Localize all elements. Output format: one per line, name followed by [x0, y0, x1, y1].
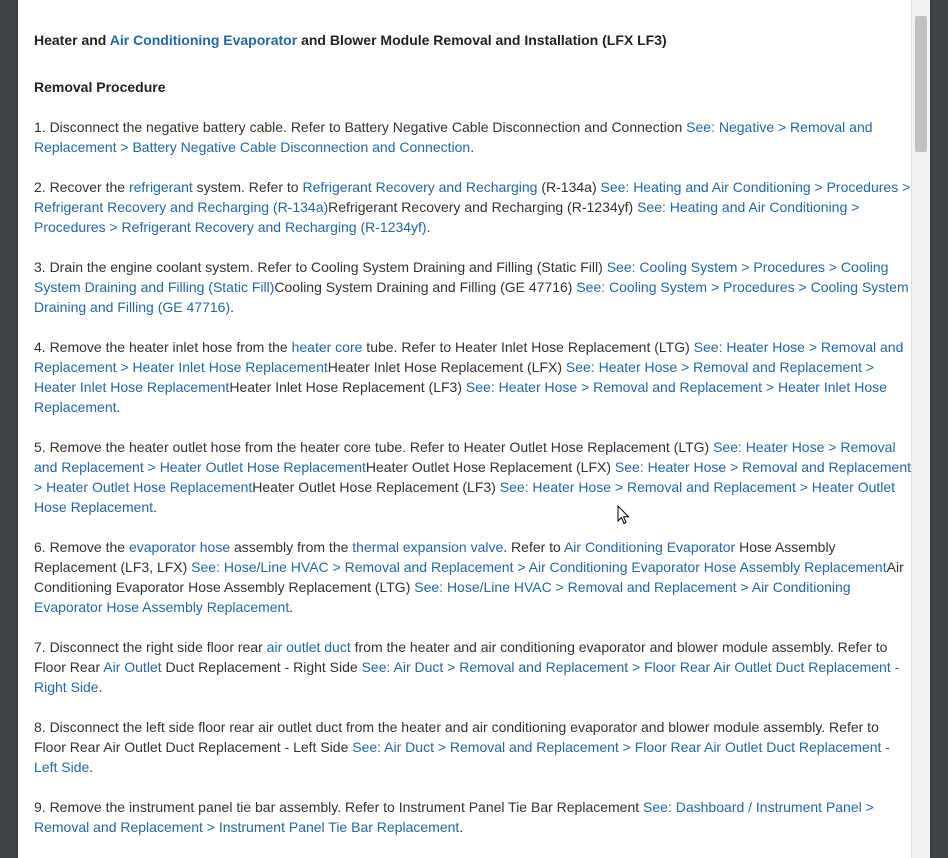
- reference-link[interactable]: thermal expansion valve: [352, 539, 503, 555]
- reference-link[interactable]: heater core: [292, 339, 363, 355]
- step-text: Heater and: [34, 32, 110, 48]
- step-text: 5. Remove the heater outlet hose from th…: [34, 439, 714, 455]
- reference-link[interactable]: air outlet duct: [267, 639, 351, 655]
- procedure-step: 6. Remove the evaporator hose assembly f…: [34, 537, 914, 617]
- step-text: .: [470, 139, 475, 155]
- step-text: .: [116, 399, 121, 415]
- step-text: .: [426, 219, 431, 235]
- document-page: Heater and Air Conditioning Evaporator a…: [18, 0, 930, 858]
- reference-link[interactable]: Air Conditioning Evaporator: [564, 539, 735, 555]
- step-text: assembly from the: [230, 539, 353, 555]
- step-text: and Blower Module Removal and Installati…: [297, 32, 667, 48]
- step-text: 4. Remove the heater inlet hose from the: [34, 339, 292, 355]
- step-text: 6. Remove the: [34, 539, 129, 555]
- step-text: Heater Outlet Hose Replacement (LFX): [365, 459, 615, 475]
- reference-link[interactable]: evaporator hose: [129, 539, 230, 555]
- step-text: Duct Replacement - Right Side: [161, 659, 362, 675]
- step-text: .: [89, 759, 94, 775]
- step-text: Refrigerant Recovery and Recharging (R-1…: [328, 199, 638, 215]
- procedure-step: 4. Remove the heater inlet hose from the…: [34, 337, 914, 417]
- reference-link[interactable]: Air Outlet: [103, 659, 161, 675]
- vertical-scrollbar[interactable]: [911, 0, 930, 858]
- step-text: tube. Refer to Heater Inlet Hose Replace…: [362, 339, 694, 355]
- step-text: system. Refer to: [192, 179, 303, 195]
- procedure-step: 9. Remove the instrument panel tie bar a…: [34, 797, 914, 837]
- step-text: . Refer to: [503, 539, 564, 555]
- step-text: 1. Disconnect the negative battery cable…: [34, 119, 687, 135]
- steps-list: 1. Disconnect the negative battery cable…: [34, 117, 914, 837]
- step-text: 7. Disconnect the right side floor rear: [34, 639, 267, 655]
- procedure-step: 7. Disconnect the right side floor rear …: [34, 637, 914, 697]
- section-title: Removal Procedure: [34, 79, 166, 95]
- reference-link[interactable]: See: Hose/Line HVAC > Removal and Replac…: [191, 559, 886, 575]
- procedure-step: 5. Remove the heater outlet hose from th…: [34, 437, 914, 517]
- step-text: Heater Inlet Hose Replacement (LFX): [327, 359, 566, 375]
- procedure-step: 8. Disconnect the left side floor rear a…: [34, 717, 914, 777]
- step-text: Heater Inlet Hose Replacement (LF3): [229, 379, 466, 395]
- step-text: 9. Remove the instrument panel tie bar a…: [34, 799, 644, 815]
- document-title: Heater and Air Conditioning Evaporator a…: [34, 30, 914, 50]
- step-text: .: [230, 299, 234, 315]
- step-text: Heater Outlet Hose Replacement (LF3): [252, 479, 500, 495]
- scrollbar-thumb[interactable]: [915, 16, 927, 152]
- reference-link[interactable]: refrigerant: [129, 179, 193, 195]
- document-content: Heater and Air Conditioning Evaporator a…: [18, 0, 914, 837]
- step-text: 3. Drain the engine coolant system. Refe…: [34, 259, 607, 275]
- step-text: Cooling System Draining and Filling (GE …: [274, 279, 577, 295]
- step-text: 2. Recover the: [34, 179, 129, 195]
- procedure-step: 3. Drain the engine coolant system. Refe…: [34, 257, 914, 317]
- reference-link[interactable]: Refrigerant Recovery and Recharging: [302, 179, 537, 195]
- procedure-step: 1. Disconnect the negative battery cable…: [34, 117, 914, 157]
- step-text: .: [153, 499, 157, 515]
- procedure-step: 2. Recover the refrigerant system. Refer…: [34, 177, 914, 237]
- step-text: (R-134a): [537, 179, 601, 195]
- step-text: .: [98, 679, 103, 695]
- step-text: .: [459, 819, 464, 835]
- step-text: .: [289, 599, 294, 615]
- reference-link[interactable]: Air Conditioning Evaporator: [110, 32, 297, 48]
